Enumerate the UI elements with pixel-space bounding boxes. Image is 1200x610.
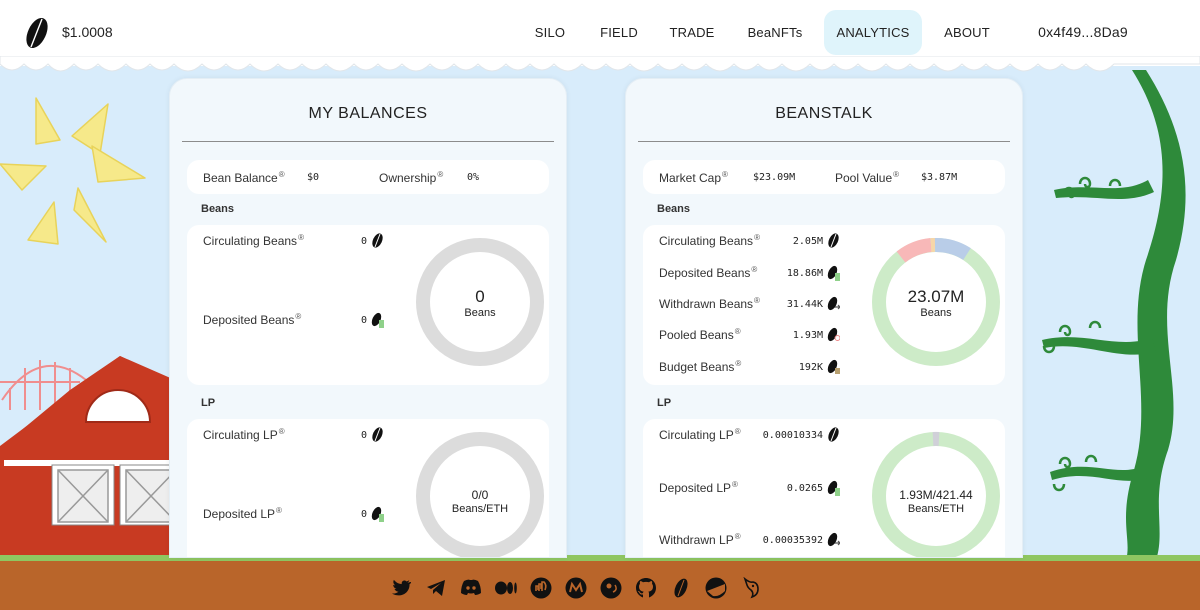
beanstalk-illustration bbox=[1042, 70, 1186, 560]
deposited-lp-label[interactable]: Deposited LP® bbox=[659, 480, 738, 495]
deposited-bean-icon bbox=[827, 265, 840, 281]
withdrawn-beans-value: 31.44K bbox=[786, 299, 823, 310]
pool-value-value: $3.87M bbox=[921, 172, 958, 183]
nav-field[interactable]: FIELD bbox=[596, 10, 642, 55]
deposited-beans-label[interactable]: Deposited Beans® bbox=[203, 312, 301, 327]
beans-donut-value: 23.07M bbox=[907, 287, 965, 306]
pooled-bean-icon bbox=[827, 327, 840, 342]
nav-analytics[interactable]: ANALYTICS bbox=[824, 10, 922, 55]
pool-value-label[interactable]: Pool Value® bbox=[835, 170, 899, 185]
nav-about[interactable]: ABOUT bbox=[938, 10, 996, 55]
nav-beanfts[interactable]: BeaNFTs bbox=[742, 10, 808, 55]
beans-card: Circulating Beans® 2.05M Deposited Beans… bbox=[643, 225, 1005, 385]
lp-section-heading: LP bbox=[201, 397, 216, 409]
budget-beans-value: 192K bbox=[798, 362, 823, 373]
beanstalk-logo-icon[interactable] bbox=[25, 15, 49, 51]
twitter-icon[interactable] bbox=[389, 576, 412, 599]
sun-illustration bbox=[0, 97, 146, 245]
panel-title: MY BALANCES bbox=[308, 105, 428, 122]
withdrawn-lp-value: 0.00035392 bbox=[762, 535, 823, 546]
beans-donut-unit: Beans bbox=[464, 306, 496, 319]
circulating-beans-value: 0 bbox=[360, 236, 367, 247]
lp-donut-unit: Beans/ETH bbox=[451, 502, 509, 515]
panel-title: BEANSTALK bbox=[775, 105, 873, 122]
beans-card: Circulating Beans® 0 Deposited Beans® 0 … bbox=[187, 225, 549, 385]
market-cap-label[interactable]: Market Cap® bbox=[659, 170, 728, 185]
uniswap-icon[interactable] bbox=[739, 576, 762, 599]
ownership-label[interactable]: Ownership® bbox=[379, 170, 443, 185]
beanstalk-icon[interactable] bbox=[669, 576, 692, 599]
deposited-lp-value: 0 bbox=[360, 509, 367, 520]
divider bbox=[182, 141, 554, 142]
etherscan-icon[interactable] bbox=[529, 576, 552, 599]
circulating-lp-label[interactable]: Circulating LP® bbox=[659, 427, 741, 442]
circulating-beans-label[interactable]: Circulating Beans® bbox=[659, 233, 760, 248]
beans-donut-unit: Beans bbox=[920, 306, 952, 319]
coinmarketcap-icon[interactable] bbox=[599, 576, 622, 599]
github-icon[interactable] bbox=[634, 576, 657, 599]
beans-section-heading: Beans bbox=[201, 203, 235, 215]
nav-trade[interactable]: TRADE bbox=[664, 10, 720, 55]
market-cap-value: $23.09M bbox=[753, 172, 796, 183]
beanstalk-panel: BEANSTALK Market Cap® $23.09M Pool Value… bbox=[625, 78, 1023, 558]
divider bbox=[638, 141, 1010, 142]
circulating-lp-value: 0 bbox=[360, 430, 367, 441]
beans-section-heading: Beans bbox=[657, 203, 691, 215]
deposited-lp-icon bbox=[371, 506, 384, 522]
nav-silo[interactable]: SILO bbox=[528, 10, 572, 55]
bean-icon bbox=[828, 233, 839, 248]
lp-icon bbox=[828, 427, 839, 442]
deposited-beans-value: 0 bbox=[360, 315, 367, 326]
medium-icon[interactable] bbox=[494, 576, 517, 599]
circulating-beans-label[interactable]: Circulating Beans® bbox=[203, 233, 304, 248]
telegram-icon[interactable] bbox=[424, 576, 447, 599]
lp-donut-value: 0/0 bbox=[471, 488, 489, 502]
lp-donut-unit: Beans/ETH bbox=[907, 502, 965, 515]
withdrawn-bean-icon bbox=[827, 296, 840, 311]
deposited-lp-value: 0.0265 bbox=[786, 483, 823, 494]
balance-summary-card: Bean Balance® $0 Ownership® 0% bbox=[187, 160, 549, 194]
bean-balance-label[interactable]: Bean Balance® bbox=[203, 170, 285, 185]
lp-donut-value: 1.93M/421.44 bbox=[899, 488, 973, 502]
wallet-address-button[interactable]: 0x4f49...8Da9 bbox=[1030, 10, 1136, 55]
deposited-lp-icon bbox=[827, 480, 840, 496]
deposited-bean-icon bbox=[371, 312, 384, 328]
lp-donut-label: 0/0 Beans/ETH bbox=[415, 488, 545, 515]
bean-price: $1.0008 bbox=[62, 24, 113, 40]
withdrawn-lp-label[interactable]: Withdrawn LP® bbox=[659, 532, 741, 547]
bean-balance-value: $0 bbox=[307, 172, 320, 183]
withdrawn-lp-icon bbox=[827, 532, 840, 547]
dune-icon[interactable] bbox=[704, 576, 727, 599]
deposited-beans-value: 18.86M bbox=[786, 268, 823, 279]
deposited-lp-label[interactable]: Deposited LP® bbox=[203, 506, 282, 521]
beans-donut-label: 23.07M Beans bbox=[871, 287, 1001, 319]
budget-beans-label[interactable]: Budget Beans® bbox=[659, 359, 741, 374]
coingecko-icon[interactable] bbox=[564, 576, 587, 599]
lp-icon bbox=[372, 427, 383, 442]
social-links bbox=[389, 576, 762, 602]
discord-icon[interactable] bbox=[459, 576, 482, 599]
my-balances-panel: MY BALANCES Bean Balance® $0 Ownership® … bbox=[169, 78, 567, 558]
pooled-beans-label[interactable]: Pooled Beans® bbox=[659, 327, 741, 342]
lp-section-heading: LP bbox=[657, 397, 672, 409]
beans-donut-value: 0 bbox=[475, 287, 485, 306]
circulating-lp-label[interactable]: Circulating LP® bbox=[203, 427, 285, 442]
market-summary-card: Market Cap® $23.09M Pool Value® $3.87M bbox=[643, 160, 1005, 194]
circulating-beans-value: 2.05M bbox=[792, 236, 823, 247]
lp-card: Circulating LP® 0.00010334 Deposited LP®… bbox=[643, 419, 1005, 557]
withdrawn-beans-label[interactable]: Withdrawn Beans® bbox=[659, 296, 760, 311]
beans-donut-label: 0 Beans bbox=[415, 287, 545, 319]
budget-bean-icon bbox=[827, 359, 840, 374]
bean-icon bbox=[372, 233, 383, 248]
pooled-beans-value: 1.93M bbox=[792, 330, 823, 341]
barn-illustration bbox=[0, 356, 180, 560]
circulating-lp-value: 0.00010334 bbox=[762, 430, 823, 441]
ownership-value: 0% bbox=[467, 172, 480, 183]
lp-card: Circulating LP® 0 Deposited LP® 0 0/0 Be… bbox=[187, 419, 549, 557]
lp-donut-label: 1.93M/421.44 Beans/ETH bbox=[871, 488, 1001, 515]
deposited-beans-label[interactable]: Deposited Beans® bbox=[659, 265, 757, 280]
